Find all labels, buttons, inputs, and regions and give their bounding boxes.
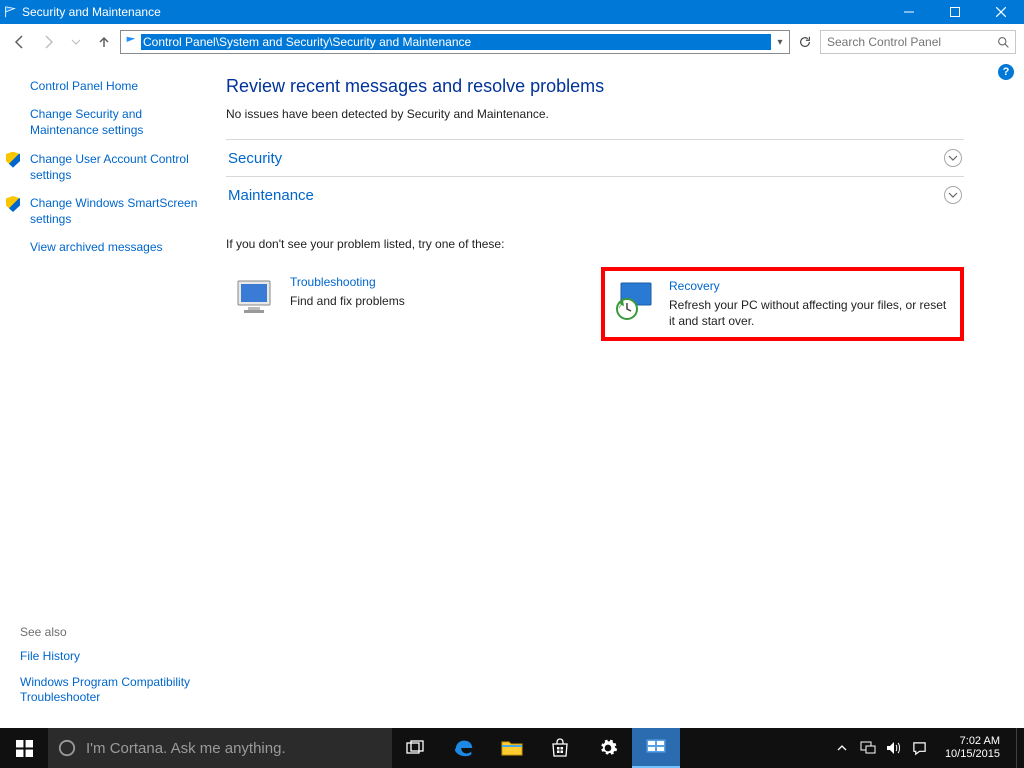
start-button[interactable] bbox=[0, 728, 48, 768]
sidebar-item-uac[interactable]: Change User Account Control settings bbox=[20, 151, 204, 183]
content-area: ? Control Panel Home Change Security and… bbox=[0, 60, 1024, 728]
cortana-icon bbox=[58, 739, 76, 757]
forward-button[interactable] bbox=[36, 30, 60, 54]
option-tiles: Troubleshooting Find and fix problems Re… bbox=[226, 267, 964, 341]
address-bar[interactable]: Control Panel\System and Security\Securi… bbox=[120, 30, 790, 54]
app-icon bbox=[0, 5, 20, 19]
see-also: See also File History Windows Program Co… bbox=[20, 625, 200, 716]
window-title: Security and Maintenance bbox=[20, 5, 886, 19]
clock-date: 10/15/2015 bbox=[945, 748, 1000, 761]
network-icon[interactable] bbox=[859, 741, 877, 755]
close-button[interactable] bbox=[978, 0, 1024, 24]
taskbar-pinned bbox=[392, 728, 680, 768]
edge-icon[interactable] bbox=[440, 728, 488, 768]
search-icon[interactable] bbox=[991, 36, 1015, 49]
minimize-button[interactable] bbox=[886, 0, 932, 24]
section-maintenance[interactable]: Maintenance bbox=[226, 176, 964, 213]
address-dropdown[interactable]: ▾ bbox=[771, 37, 789, 48]
troubleshooting-icon bbox=[234, 275, 278, 319]
tile-troubleshooting-link[interactable]: Troubleshooting bbox=[290, 275, 376, 289]
refresh-button[interactable] bbox=[794, 31, 816, 53]
sidebar: Control Panel Home Change Security and M… bbox=[0, 60, 216, 728]
chevron-down-icon bbox=[944, 149, 962, 167]
tile-recovery-desc: Refresh your PC without affecting your f… bbox=[669, 297, 952, 329]
see-also-compat-troubleshooter[interactable]: Windows Program Compatibility Troublesho… bbox=[20, 675, 200, 706]
show-desktop-button[interactable] bbox=[1016, 728, 1022, 768]
taskbar: I'm Cortana. Ask me anything. 7:02 AM 10… bbox=[0, 728, 1024, 768]
chevron-down-icon bbox=[944, 186, 962, 204]
volume-icon[interactable] bbox=[885, 741, 903, 755]
recent-locations-button[interactable] bbox=[64, 30, 88, 54]
sidebar-item-home[interactable]: Control Panel Home bbox=[20, 78, 204, 94]
system-tray: 7:02 AM 10/15/2015 bbox=[833, 728, 1024, 768]
recovery-icon bbox=[613, 279, 657, 323]
back-button[interactable] bbox=[8, 30, 32, 54]
section-maintenance-label: Maintenance bbox=[228, 187, 314, 204]
main-panel: Review recent messages and resolve probl… bbox=[216, 60, 1024, 728]
settings-icon[interactable] bbox=[584, 728, 632, 768]
control-panel-taskbar-icon[interactable] bbox=[632, 728, 680, 768]
up-button[interactable] bbox=[92, 30, 116, 54]
taskbar-search-placeholder: I'm Cortana. Ask me anything. bbox=[86, 740, 286, 757]
location-icon bbox=[121, 35, 141, 49]
window-titlebar: Security and Maintenance bbox=[0, 0, 1024, 24]
page-heading: Review recent messages and resolve probl… bbox=[226, 76, 964, 97]
action-center-icon[interactable] bbox=[911, 741, 929, 756]
store-icon[interactable] bbox=[536, 728, 584, 768]
tile-troubleshooting-desc: Find and fix problems bbox=[290, 293, 405, 309]
maximize-button[interactable] bbox=[932, 0, 978, 24]
task-view-button[interactable] bbox=[392, 728, 440, 768]
sidebar-item-change-settings[interactable]: Change Security and Maintenance settings bbox=[20, 106, 204, 138]
see-also-header: See also bbox=[20, 625, 200, 639]
tile-recovery[interactable]: Recovery Refresh your PC without affecti… bbox=[601, 267, 964, 341]
tile-troubleshooting[interactable]: Troubleshooting Find and fix problems bbox=[226, 267, 581, 341]
tray-overflow-icon[interactable] bbox=[833, 743, 851, 753]
address-path[interactable]: Control Panel\System and Security\Securi… bbox=[141, 34, 771, 50]
file-explorer-icon[interactable] bbox=[488, 728, 536, 768]
clock-time: 7:02 AM bbox=[945, 735, 1000, 748]
tile-recovery-link[interactable]: Recovery bbox=[669, 279, 720, 293]
search-input[interactable] bbox=[821, 35, 991, 49]
sidebar-item-smartscreen[interactable]: Change Windows SmartScreen settings bbox=[20, 195, 204, 227]
search-box[interactable] bbox=[820, 30, 1016, 54]
help-icon[interactable]: ? bbox=[998, 64, 1014, 80]
section-security[interactable]: Security bbox=[226, 139, 964, 176]
try-header: If you don't see your problem listed, tr… bbox=[226, 237, 964, 251]
clock[interactable]: 7:02 AM 10/15/2015 bbox=[937, 735, 1008, 760]
section-security-label: Security bbox=[228, 150, 282, 167]
page-subtext: No issues have been detected by Security… bbox=[226, 107, 964, 121]
taskbar-search[interactable]: I'm Cortana. Ask me anything. bbox=[48, 728, 392, 768]
see-also-file-history[interactable]: File History bbox=[20, 649, 200, 665]
nav-toolbar: Control Panel\System and Security\Securi… bbox=[0, 24, 1024, 60]
sidebar-item-archived[interactable]: View archived messages bbox=[20, 239, 204, 255]
